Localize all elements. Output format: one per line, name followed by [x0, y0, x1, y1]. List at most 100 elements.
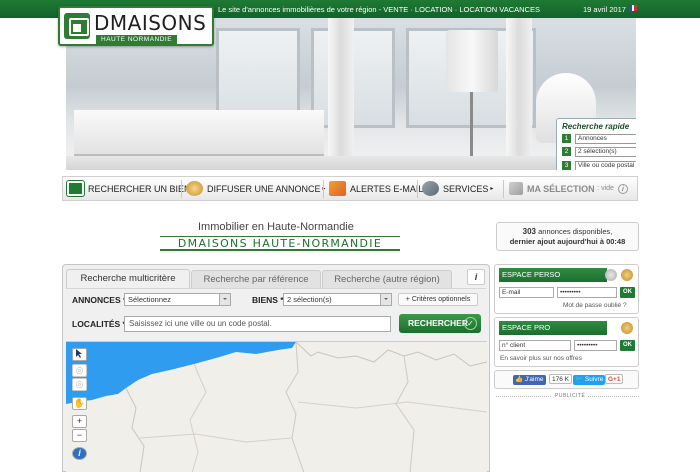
draw-circle-icon[interactable]: ◎ [72, 364, 87, 377]
annonces-select[interactable]: Sélectionnez [124, 293, 231, 306]
follow-label: Suivre [584, 376, 604, 383]
site-logo[interactable]: DMAISONS HAUTE NORMANDIE [58, 6, 214, 46]
ad-label: PUBLICITÉ [552, 393, 589, 399]
chevron-down-icon [219, 294, 230, 305]
info-icon[interactable]: i [467, 269, 485, 285]
select-value: Sélectionnez [128, 295, 171, 304]
tab-autre-region[interactable]: Recherche (autre région) [322, 270, 452, 288]
map-svg [66, 342, 487, 472]
house-icon [67, 181, 84, 196]
curtain-image [506, 18, 532, 158]
nav-services[interactable]: SERVICES ▸ [422, 177, 493, 200]
select-value: 2 sélection(s) [287, 295, 332, 304]
nav-rechercher[interactable]: RECHERCHER UN BIEN▸ [67, 177, 196, 200]
google-plus-button[interactable]: G+1 [605, 374, 624, 384]
client-number-input[interactable]: n° client [499, 340, 571, 351]
tab-multicritere[interactable]: Recherche multicritère [66, 269, 190, 289]
floor-image [66, 156, 636, 170]
pan-hand-icon[interactable]: ✋ [72, 397, 87, 410]
password-input[interactable]: ••••••••• [557, 287, 617, 298]
draw-polygon-icon[interactable]: ◎ [72, 378, 87, 391]
caret-right-icon: ▸ [490, 186, 494, 192]
curtain-image [328, 18, 354, 158]
current-date: 19 avril 2017 [583, 5, 626, 14]
user-icon [621, 269, 633, 281]
site-tagline: Le site d'annonces immobilières de votre… [218, 5, 540, 14]
nav-divider [503, 180, 504, 198]
brand-title: DMAISONS HAUTE-NORMANDIE [160, 236, 400, 251]
quick-annonces-select[interactable]: Annonces [575, 134, 636, 144]
selection-label: MA SÉLECTION [527, 183, 595, 194]
nav-label: SERVICES [443, 183, 489, 194]
logo-name: DMAISONS [94, 11, 207, 35]
announce-count-suffix: annonces disponibles, [538, 227, 613, 236]
nav-ma-selection[interactable]: MA SÉLECTION : vide i [509, 177, 628, 200]
select-value: Annonces [578, 135, 607, 142]
espace-perso-panel: ESPACE PERSO E-mail ••••••••• OK Mot de … [494, 264, 639, 314]
espace-perso-title: ESPACE PERSO [499, 268, 607, 282]
chevron-down-icon [380, 294, 391, 305]
main-nav: RECHERCHER UN BIEN▸ DIFFUSER UNE ANNONCE… [62, 176, 638, 201]
zoom-out-button[interactable]: − [72, 429, 87, 442]
annonces-label: ANNONCES * [72, 295, 127, 305]
region-map[interactable]: ◎ ◎ ✋ + − i [66, 341, 487, 472]
select-value: 2 sélection(s) [578, 148, 617, 155]
announce-summary: 303 annonces disponibles, dernier ajout … [496, 222, 639, 251]
login-ok-button[interactable]: OK [620, 287, 635, 298]
zoom-in-button[interactable]: + [72, 415, 87, 428]
megaphone-icon [186, 181, 203, 196]
map-info-icon[interactable]: i [72, 447, 87, 460]
thumbs-up-icon: 👍 [515, 376, 524, 383]
pro-password-input[interactable]: ••••••••• [574, 340, 617, 351]
social-bar: 👍 J'aime 176 K 🐦 Suivre G+1 [494, 370, 639, 389]
selection-count: : vide [597, 185, 614, 192]
info-icon[interactable]: i [617, 183, 628, 194]
ad-slot [496, 402, 639, 472]
page: Le site d'annonces immobilières de votre… [0, 0, 700, 472]
lamp-pole-image [470, 92, 473, 162]
step-number: 3 [562, 161, 571, 170]
house-logo-icon [64, 13, 90, 39]
optional-criteria-button[interactable]: + Critères optionnels [398, 293, 478, 306]
biens-label: BIENS * [252, 295, 284, 305]
last-added: dernier ajout aujourd'hui à 00:48 [509, 237, 626, 246]
tab-reference[interactable]: Recherche par référence [191, 270, 321, 288]
pencil-icon [605, 269, 617, 281]
nav-label: RECHERCHER UN BIEN [88, 183, 191, 194]
nav-alertes[interactable]: ALERTES E-MAIL▸ [329, 177, 428, 200]
twitter-follow-button[interactable]: 🐦 Suivre [573, 375, 606, 385]
quick-search-panel: Recherche rapide 1 Annonces 2 2 sélectio… [556, 118, 636, 170]
facebook-like-button[interactable]: 👍 J'aime [513, 375, 546, 385]
tab-divider [66, 288, 486, 289]
nav-divider [323, 180, 324, 198]
email-input[interactable]: E-mail [499, 287, 554, 298]
quick-city-input[interactable]: Ville ou code postal [575, 161, 636, 170]
nav-divider [181, 180, 182, 198]
biens-select[interactable]: 2 sélection(s) [283, 293, 392, 306]
nav-label: DIFFUSER UNE ANNONCE [207, 183, 321, 194]
twitter-icon: 🐦 [575, 376, 584, 383]
quick-biens-select[interactable]: 2 sélection(s) [575, 147, 636, 157]
rechercher-button[interactable]: RECHERCHER ✓ [399, 314, 481, 333]
page-heading: Immobilier en Haute-Normandie [198, 221, 354, 233]
french-flag-icon[interactable] [629, 5, 638, 11]
step-number: 2 [562, 147, 571, 156]
localites-input[interactable]: Saisissez ici une ville ou un code posta… [124, 316, 391, 332]
lamp-image [446, 30, 498, 92]
button-label: RECHERCHER [408, 318, 468, 328]
espace-pro-panel: ESPACE PRO n° client ••••••••• OK En sav… [494, 317, 639, 367]
cabinet-image [74, 110, 324, 156]
pro-login-ok-button[interactable]: OK [620, 340, 635, 351]
nav-diffuser[interactable]: DIFFUSER UNE ANNONCE ▸ [186, 177, 326, 200]
nav-divider [417, 180, 418, 198]
nav-label: ALERTES E-MAIL [350, 183, 424, 194]
forgot-password-link[interactable]: Mot de passe oublié ? [563, 302, 627, 309]
input-placeholder: Ville ou code postal [578, 162, 635, 169]
map-controls: ◎ ◎ ✋ + − i [72, 348, 88, 460]
user-icon [621, 322, 633, 334]
quick-search-title: Recherche rapide [562, 122, 630, 131]
like-count: 176 K [549, 374, 572, 384]
pointer-tool-icon[interactable] [72, 348, 87, 361]
offers-link[interactable]: En savoir plus sur nos offres [500, 355, 582, 362]
localites-label: LOCALITÉS * [72, 319, 126, 329]
